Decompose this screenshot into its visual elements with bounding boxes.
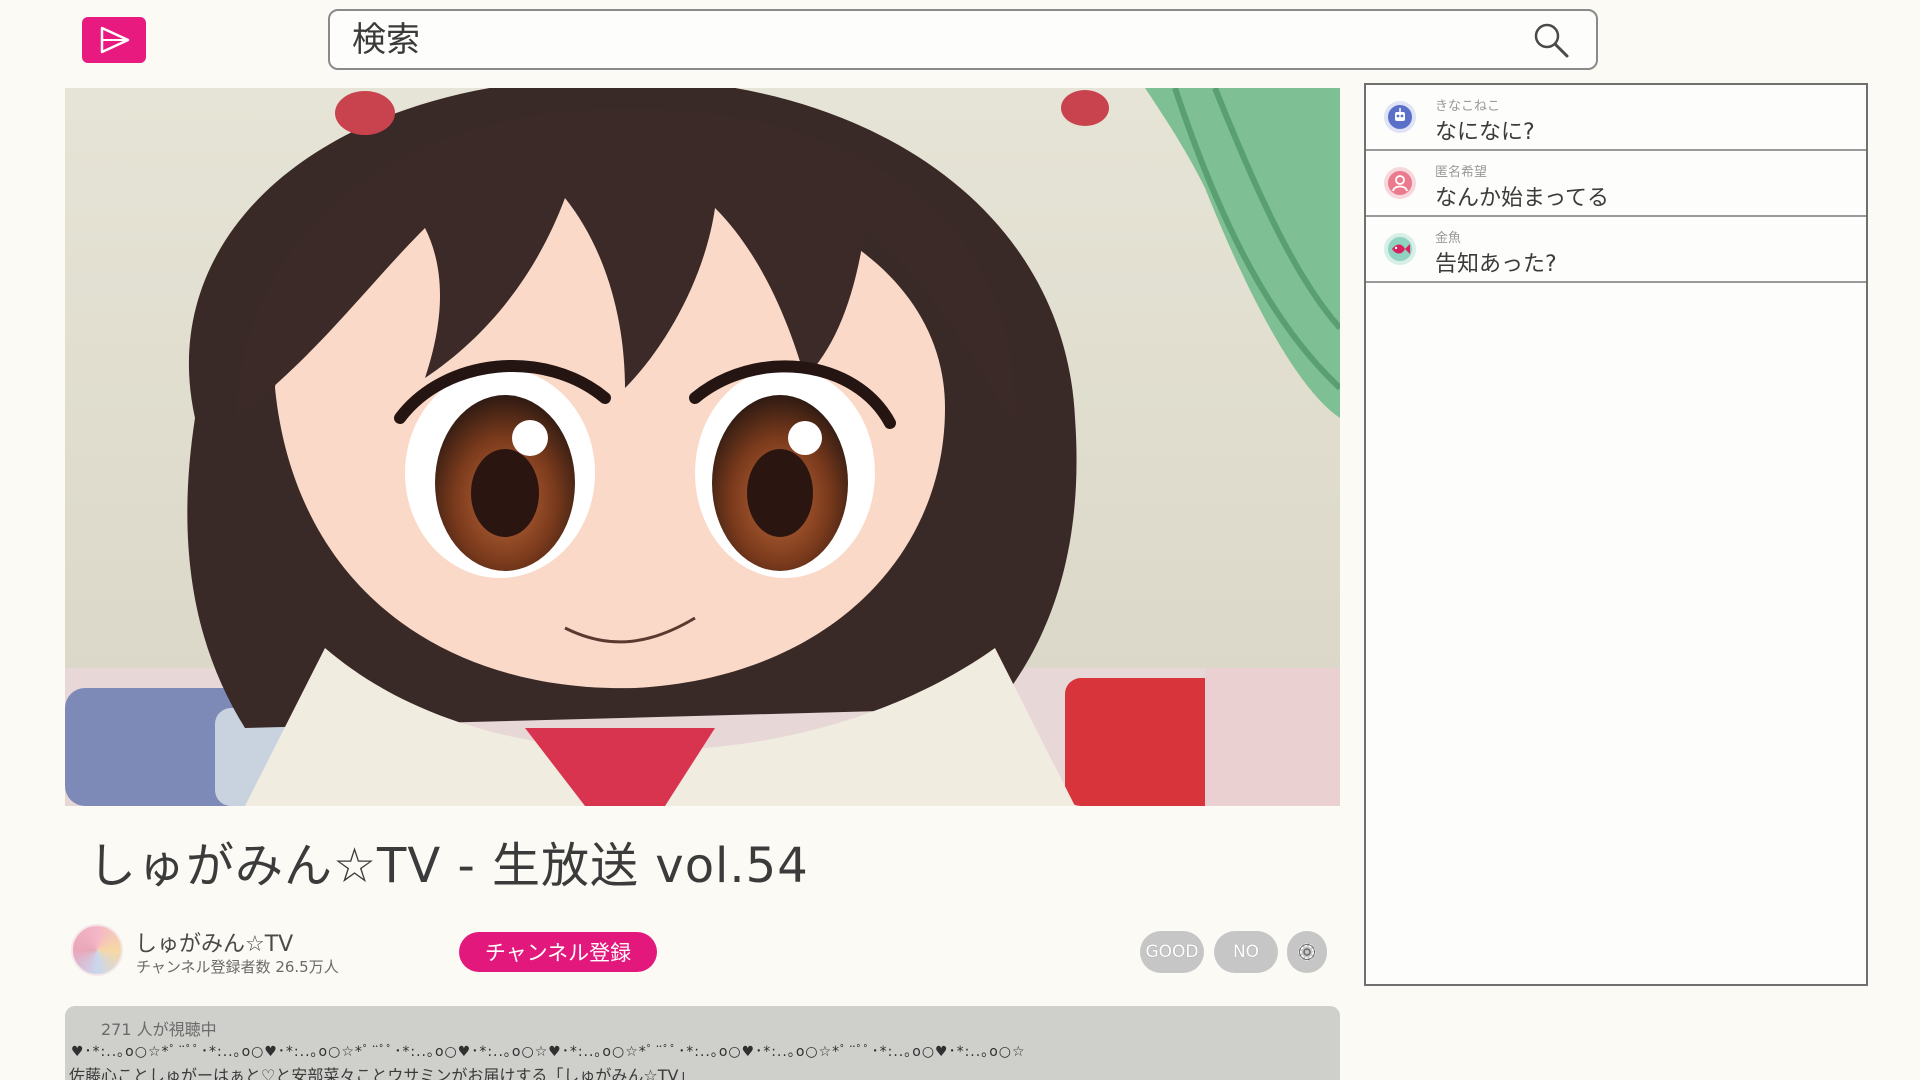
video-title: しゅがみん☆TV - 生放送 vol.54 — [88, 838, 809, 894]
chat-username: 金魚 — [1435, 231, 1462, 246]
chat-text: 告知あった? — [1435, 252, 1557, 277]
search-icon — [1534, 23, 1569, 57]
robot-avatar-icon — [1384, 101, 1416, 133]
video-description[interactable]: 271 人が視聴中 ♥･*:..｡o○☆*ﾟ¨ﾟﾟ･*:..｡o○♥･*:..｡… — [65, 1006, 1340, 1080]
video-player[interactable] — [65, 88, 1340, 806]
chat-username: きなこねこ — [1435, 99, 1501, 114]
person-avatar-icon — [1384, 167, 1416, 199]
no-button[interactable]: NO — [1214, 931, 1278, 973]
chat-message: 匿名希望 なんか始まってる — [1366, 151, 1866, 217]
good-button[interactable]: GOOD — [1140, 931, 1204, 973]
play-icon — [100, 26, 130, 54]
search-bar — [328, 9, 1598, 70]
chat-message: 金魚 告知あった? — [1366, 217, 1866, 283]
subscribe-button[interactable]: チャンネル登録 — [459, 932, 657, 972]
chat-message: きなこねこ なになに? — [1366, 85, 1866, 151]
description-decoration: ♥･*:..｡o○☆*ﾟ¨ﾟﾟ･*:..｡o○♥･*:..｡o○☆*ﾟ¨ﾟﾟ･*… — [71, 1044, 1026, 1060]
video-frame — [65, 88, 1340, 806]
description-text: 佐藤心ことしゅがーはぁと♡と安部菜々ことウサミンがお届けする「しゅがみん☆TV」 — [69, 1066, 695, 1080]
channel-avatar[interactable] — [71, 924, 123, 976]
goldfish-avatar-icon — [1384, 233, 1416, 265]
search-button[interactable] — [1528, 17, 1574, 63]
search-input[interactable] — [352, 19, 1528, 60]
chat-text: なになに? — [1435, 120, 1535, 145]
settings-button[interactable] — [1287, 931, 1327, 973]
chat-username: 匿名希望 — [1435, 165, 1488, 180]
chat-text: なんか始まってる — [1435, 186, 1610, 211]
app-logo[interactable] — [82, 17, 146, 63]
subscriber-count: チャンネル登録者数 26.5万人 — [136, 958, 339, 976]
live-chat-panel: きなこねこ なになに? 匿名希望 なんか始まってる 金魚 告知あった? — [1364, 83, 1868, 986]
channel-name[interactable]: しゅがみん☆TV — [135, 926, 293, 958]
gear-icon — [1298, 943, 1316, 961]
viewer-count: 271 人が視聴中 — [101, 1020, 217, 1039]
